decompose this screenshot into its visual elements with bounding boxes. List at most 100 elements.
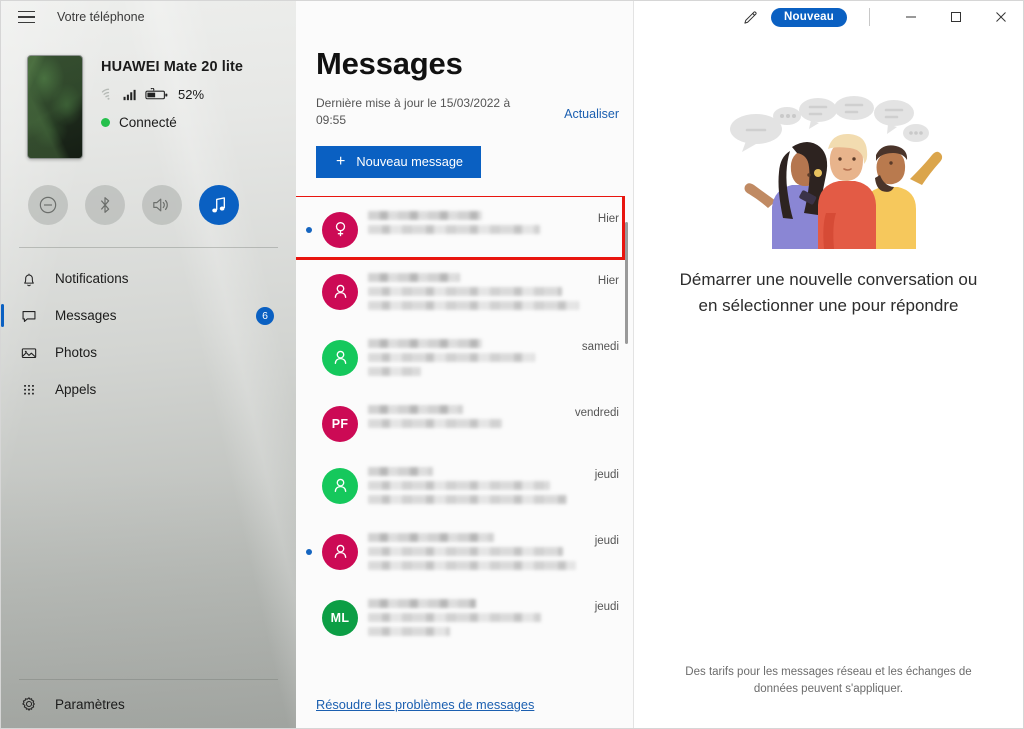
redacted-text-line [368,560,577,570]
sidebar-item-label: Notifications [55,271,129,286]
conversation-row[interactable]: samedi [296,324,633,390]
close-icon [995,12,1006,22]
sidebar-footer: Paramètres [1,679,296,728]
bluetooth-icon [100,197,110,213]
messages-unread-badge: 6 [256,306,274,325]
empty-state-text: Démarrer une nouvelle conversation ou en… [679,270,978,316]
battery-icon [145,88,168,100]
redacted-text-line [368,300,580,310]
conversation-row[interactable]: jeudi [296,452,633,518]
device-card: HUAWEI Mate 20 lite 52% Connecté [1,33,296,159]
chat-bubble-icon [22,310,36,322]
battery-percentage: 52% [178,87,205,102]
avatar [322,467,358,504]
troubleshoot-link[interactable]: Résoudre les problèmes de messages [316,697,534,712]
cellular-signal-icon [123,89,136,101]
maximize-button[interactable] [933,1,978,33]
conversation-timestamp: vendredi [574,406,619,419]
bell-icon [24,273,34,286]
redacted-text-line [368,210,483,220]
sidebar-item-label: Messages [55,308,117,323]
conversation-row[interactable]: jeudi [296,518,633,584]
quick-action-bluetooth[interactable] [85,185,125,225]
footer-disclaimer: Des tarifs pour les messages réseau et l… [685,665,972,695]
app-title: Votre téléphone [57,10,145,24]
redacted-text-line [368,466,433,476]
female-symbol-icon [335,222,345,237]
avatar [322,273,358,310]
titlebar-separator [869,8,870,26]
minimize-button[interactable] [888,1,933,33]
last-update-text: Dernière mise à jour le 15/03/2022 à 09:… [316,96,511,128]
conversation-row[interactable]: ML jeudi [296,584,633,650]
scrollbar-thumb[interactable] [625,221,628,344]
quick-action-volume[interactable] [142,185,182,225]
phone-wallpaper-thumbnail [27,55,83,159]
conversation-timestamp: samedi [581,340,619,353]
new-message-button[interactable]: + Nouveau message [316,145,481,178]
feedback-pen-button[interactable] [729,1,771,33]
sidebar-nav: Notifications Messages 6 Photos Appels [1,248,296,408]
redacted-text-line [368,532,494,542]
sidebar-item-notifications[interactable]: Notifications [1,260,296,297]
redacted-text-line [368,418,502,428]
redacted-text-line [368,626,451,636]
redacted-text-line [368,404,463,414]
conversation-pane: Nouveau Démarrer une nouvelle conversati… [634,1,1023,728]
person-icon [334,285,346,299]
conversation-preview [368,333,572,381]
avatar: PF [322,405,358,442]
sidebar-item-messages[interactable]: Messages 6 [1,297,296,334]
close-button[interactable] [978,1,1023,33]
sidebar-item-appels[interactable]: Appels [1,371,296,408]
troubleshoot-section: Résoudre les problèmes de messages [296,686,633,728]
avatar: ML [322,599,358,636]
conversation-timestamp: jeudi [594,600,619,613]
sidebar-item-settings[interactable]: Paramètres [1,680,296,728]
redacted-text-line [368,272,461,282]
avatar [322,211,358,248]
sidebar-item-label: Appels [55,382,97,397]
sidebar-item-label: Photos [55,345,98,360]
person-icon [334,479,346,493]
conversation-preview [368,399,565,433]
unread-indicator-dot [306,548,312,555]
connection-status: Connecté [101,115,243,130]
hamburger-menu-icon[interactable] [9,2,43,32]
dialpad-icon [24,384,34,394]
person-icon [334,545,346,559]
quick-action-media[interactable] [199,185,239,225]
conversation-preview [368,267,588,315]
sidebar: Votre téléphone HUAWEI Mate 20 lite 52% … [1,1,296,728]
settings-label: Paramètres [55,696,125,712]
refresh-link[interactable]: Actualiser [564,95,619,121]
connected-dot-icon [101,118,110,127]
redacted-text-line [368,366,422,376]
avatar [322,533,358,570]
quick-action-do-not-disturb[interactable] [28,185,68,225]
maximize-icon [950,12,961,22]
conversation-timestamp: Hier [597,212,619,225]
quick-actions [1,159,296,225]
conversation-row[interactable]: PF vendredi [296,390,633,452]
redacted-text-line [368,352,536,362]
conversation-timestamp: jeudi [594,534,619,547]
photo-icon [21,347,37,358]
three-people-chatting-illustration [714,89,944,249]
redacted-text-line [368,546,564,556]
messages-header: Messages Dernière mise à jour le 15/03/2… [296,1,633,178]
sidebar-item-photos[interactable]: Photos [1,334,296,371]
conversation-scrollbar[interactable] [625,196,628,686]
conversation-row[interactable]: Hier [296,196,633,258]
new-message-label: Nouveau message [356,154,464,170]
person-icon [334,351,346,365]
conversation-list[interactable]: Hier Hier samedi PF vendredi jeudi jeudi ML jeud… [296,195,633,686]
redacted-text-line [368,494,568,504]
connection-status-label: Connecté [119,115,177,130]
gear-icon [22,697,35,711]
nouveau-badge[interactable]: Nouveau [771,7,847,27]
speaker-icon [153,198,168,212]
device-status-row: 52% [101,87,243,102]
redacted-text-line [368,286,562,296]
conversation-row[interactable]: Hier [296,258,633,324]
